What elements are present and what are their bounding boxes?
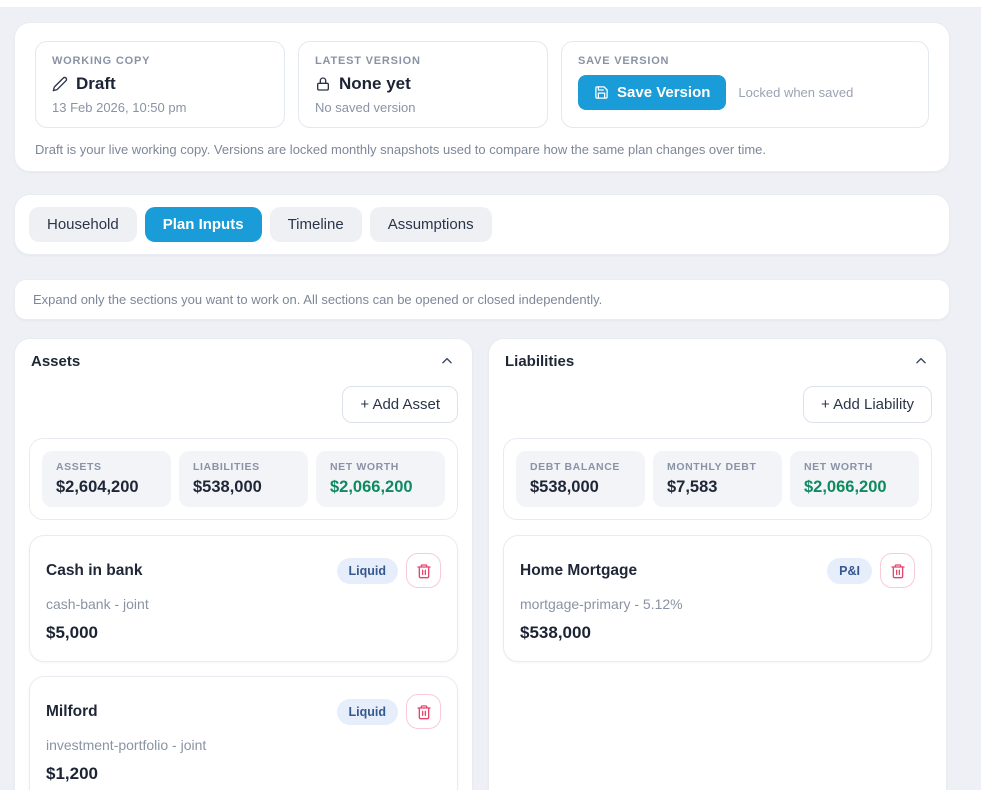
tabs-bar: Household Plan Inputs Timeline Assumptio… (14, 194, 950, 255)
top-bar (0, 0, 981, 8)
trash-icon (890, 563, 906, 579)
latest-version-label: LATEST VERSION (315, 55, 531, 67)
liability-card-home-mortgage: Home Mortgage P&I mortgage-primary - 5.1… (503, 535, 932, 662)
asset-type-badge: Liquid (337, 699, 399, 725)
save-version-card: SAVE VERSION Save Version Locked when sa… (561, 41, 929, 128)
asset-value: $1,200 (46, 764, 441, 784)
liabilities-list: Home Mortgage P&I mortgage-primary - 5.1… (503, 535, 932, 662)
chevron-up-icon (440, 354, 454, 368)
stat-debt-balance: DEBT BALANCE $538,000 (516, 451, 645, 507)
tab-household[interactable]: Household (29, 207, 137, 242)
stat-liabilities: LIABILITIES $538,000 (179, 451, 308, 507)
version-caption: Draft is your live working copy. Version… (35, 142, 929, 157)
asset-value: $5,000 (46, 623, 441, 643)
plan-page: WORKING COPY Draft 13 Feb 2026, 10:50 pm… (14, 22, 950, 790)
delete-asset-button[interactable] (406, 553, 441, 588)
latest-version-title: None yet (339, 74, 411, 94)
asset-card-cash-in-bank: Cash in bank Liquid cash-bank - joint $5… (29, 535, 458, 662)
panels-grid: Assets + Add Asset ASSETS $2,604,200 LIA… (14, 338, 950, 790)
save-version-button-label: Save Version (617, 84, 710, 101)
assets-stats: ASSETS $2,604,200 LIABILITIES $538,000 N… (29, 438, 458, 520)
asset-card-milford: Milford Liquid investment-portfolio - jo… (29, 676, 458, 790)
stat-assets: ASSETS $2,604,200 (42, 451, 171, 507)
lock-icon (315, 76, 331, 92)
assets-panel-title: Assets (31, 353, 80, 370)
delete-liability-button[interactable] (880, 553, 915, 588)
assets-list: Cash in bank Liquid cash-bank - joint $5… (29, 535, 458, 790)
asset-type-badge: Liquid (337, 558, 399, 584)
latest-version-subtitle: No saved version (315, 100, 531, 115)
tab-plan-inputs[interactable]: Plan Inputs (145, 207, 262, 242)
save-version-button[interactable]: Save Version (578, 75, 726, 110)
save-version-note: Locked when saved (738, 85, 853, 100)
version-cards-row: WORKING COPY Draft 13 Feb 2026, 10:50 pm… (35, 41, 929, 128)
chevron-up-icon (914, 354, 928, 368)
asset-subtitle: investment-portfolio - joint (46, 737, 441, 753)
trash-icon (416, 563, 432, 579)
save-icon (594, 85, 609, 100)
assets-panel: Assets + Add Asset ASSETS $2,604,200 LIA… (14, 338, 473, 790)
asset-title: Cash in bank (46, 562, 337, 580)
liability-type-badge: P&I (827, 558, 872, 584)
working-copy-card: WORKING COPY Draft 13 Feb 2026, 10:50 pm (35, 41, 285, 128)
pencil-icon (52, 76, 68, 92)
add-liability-button[interactable]: + Add Liability (803, 386, 932, 423)
liabilities-panel-title: Liabilities (505, 353, 574, 370)
tab-assumptions[interactable]: Assumptions (370, 207, 492, 242)
liability-subtitle: mortgage-primary - 5.12% (520, 596, 915, 612)
add-asset-button[interactable]: + Add Asset (342, 386, 458, 423)
version-section: WORKING COPY Draft 13 Feb 2026, 10:50 pm… (14, 22, 950, 172)
asset-title: Milford (46, 703, 337, 721)
stat-net-worth: NET WORTH $2,066,200 (316, 451, 445, 507)
liability-value: $538,000 (520, 623, 915, 643)
delete-asset-button[interactable] (406, 694, 441, 729)
liabilities-collapse-button[interactable] (912, 352, 930, 370)
working-copy-label: WORKING COPY (52, 55, 268, 67)
working-copy-timestamp: 13 Feb 2026, 10:50 pm (52, 100, 268, 115)
tab-timeline[interactable]: Timeline (270, 207, 362, 242)
liabilities-panel: Liabilities + Add Liability DEBT BALANCE… (488, 338, 947, 790)
info-banner: Expand only the sections you want to wor… (14, 279, 950, 320)
working-copy-title: Draft (76, 74, 116, 94)
stat-net-worth: NET WORTH $2,066,200 (790, 451, 919, 507)
info-banner-text: Expand only the sections you want to wor… (33, 292, 931, 307)
save-version-label: SAVE VERSION (578, 55, 912, 67)
liability-title: Home Mortgage (520, 562, 827, 580)
trash-icon (416, 704, 432, 720)
asset-subtitle: cash-bank - joint (46, 596, 441, 612)
assets-collapse-button[interactable] (438, 352, 456, 370)
latest-version-card: LATEST VERSION None yet No saved version (298, 41, 548, 128)
liabilities-stats: DEBT BALANCE $538,000 MONTHLY DEBT $7,58… (503, 438, 932, 520)
stat-monthly-debt: MONTHLY DEBT $7,583 (653, 451, 782, 507)
